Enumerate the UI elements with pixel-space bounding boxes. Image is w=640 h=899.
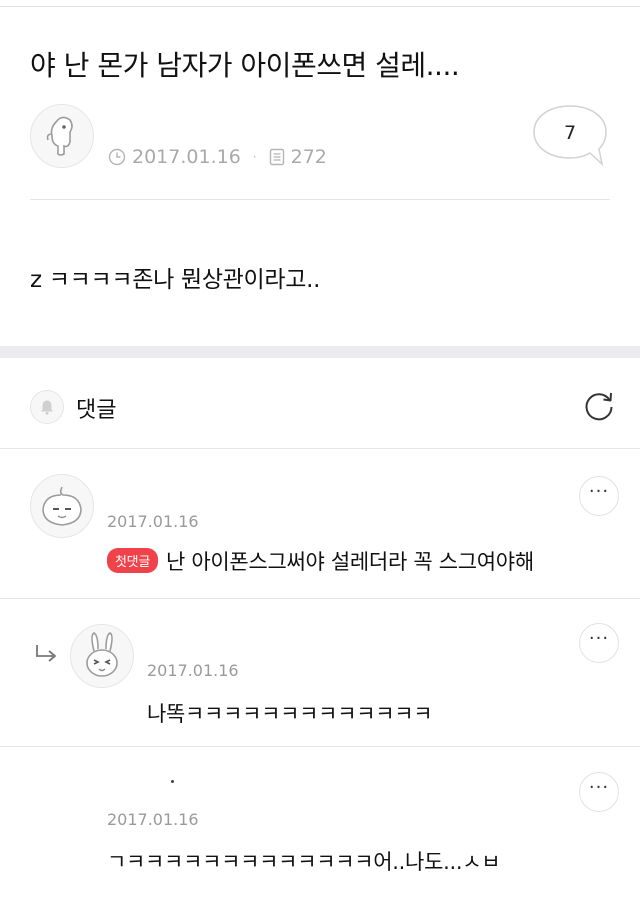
post-title: 야 난 몬가 남자가 아이폰쓰면 설레....: [30, 49, 460, 82]
comment-count-button[interactable]: 7: [532, 104, 608, 168]
reply-arrow-icon: [36, 645, 57, 662]
comment-more-button[interactable]: ···: [579, 772, 619, 812]
reply-more-button[interactable]: ···: [579, 623, 619, 663]
comment-more-button[interactable]: ···: [579, 476, 619, 516]
post-header-divider: [30, 199, 610, 200]
comment-divider: [0, 598, 640, 599]
post-date: 2017.01.16: [132, 146, 241, 168]
first-comment-badge: 첫댓글: [107, 548, 158, 573]
comment-date: 2017.01.16: [107, 512, 199, 531]
top-divider: [0, 6, 640, 7]
post-meta: 2017.01.16 · 272: [108, 146, 327, 168]
rabbit-character-icon: [86, 632, 118, 677]
section-separator: [0, 346, 640, 358]
peach-character-icon: [42, 486, 82, 526]
comment-count: 7: [563, 122, 577, 144]
reply-date: 2017.01.16: [147, 661, 239, 680]
character-avatar-icon: [46, 116, 73, 156]
comment-date: 2017.01.16: [107, 810, 199, 829]
post-body: z ㅋㅋㅋㅋ존나 뭔상관이라고..: [30, 267, 321, 293]
comments-label: 댓글: [76, 398, 117, 423]
comment-text-row: 첫댓글 난 아이폰스그써야 설레더라 꼭 스그여야해: [107, 546, 534, 576]
comment-text: 난 아이폰스그써야 설레더라 꼭 스그여야해: [165, 550, 534, 574]
meta-separator: ·: [252, 150, 257, 164]
comments-header-divider: [0, 448, 640, 449]
comments-header: 댓글: [0, 358, 640, 448]
reply-text: 나똑ㅋㅋㅋㅋㅋㅋㅋㅋㅋㅋㅋㅋㅋ: [147, 702, 433, 726]
reply-avatar[interactable]: [70, 624, 134, 688]
post-views: 272: [290, 146, 327, 168]
document-icon: [269, 148, 285, 166]
refresh-icon[interactable]: [582, 389, 616, 423]
comment-divider: [0, 746, 640, 747]
hidden-avatar-dot: [171, 780, 174, 783]
comment-text: ㄱㅋㅋㅋㅋㅋㅋㅋㅋㅋㅋㅋㅋㅋ어..나도...ㅅㅂ: [107, 850, 501, 874]
clock-icon: [108, 148, 126, 166]
comment-avatar[interactable]: [30, 474, 94, 538]
author-avatar[interactable]: [30, 104, 94, 168]
bell-icon[interactable]: [30, 390, 64, 424]
